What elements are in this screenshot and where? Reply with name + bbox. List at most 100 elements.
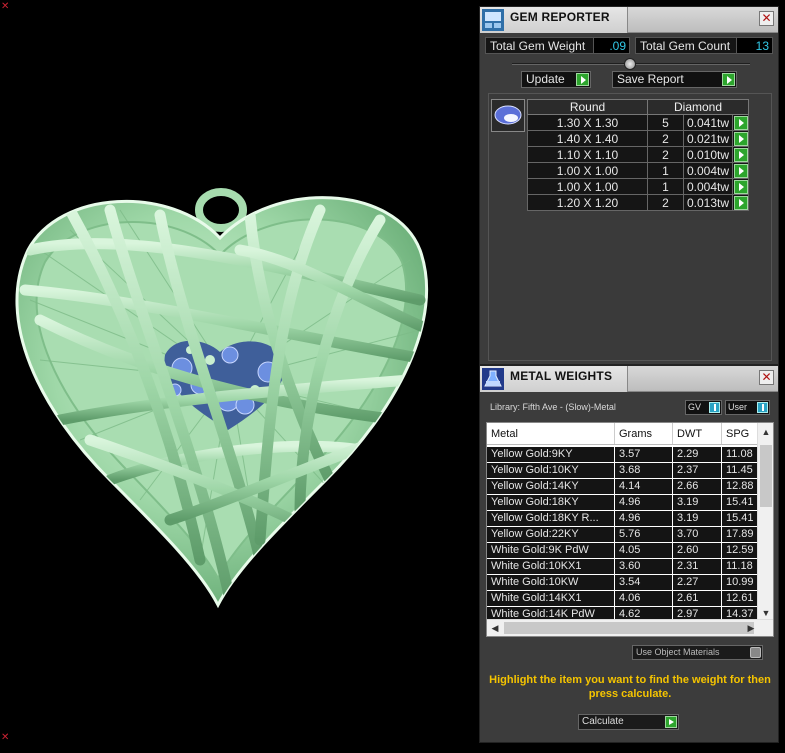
vertical-scrollbar[interactable]: ▲ ▼ [757, 423, 773, 620]
metal-grams: 3.54 [615, 575, 673, 590]
metal-list-header: Metal Grams DWT SPG [487, 423, 758, 445]
metal-spg: 15.41 [722, 511, 758, 526]
gv-toggle-label: GV [688, 402, 702, 412]
gem-reporter-title: GEM REPORTER [510, 10, 610, 24]
play-icon [722, 73, 735, 86]
total-gem-weight-label: Total Gem Weight [485, 37, 594, 54]
size-slider-knob[interactable] [624, 58, 636, 70]
metal-dwt: 2.31 [673, 559, 722, 574]
gem-row[interactable]: 1.40 X 1.40 2 0.021tw [527, 130, 750, 147]
column-header-grams[interactable]: Grams [615, 423, 673, 444]
metal-spg: 11.08 [722, 447, 758, 462]
metal-grams: 4.96 [615, 495, 673, 510]
metal-name: White Gold:10KX1 [487, 559, 615, 574]
gem-shape-header: Round [527, 99, 648, 115]
metal-dwt: 2.66 [673, 479, 722, 494]
gem-row[interactable]: 1.30 X 1.30 5 0.041tw [527, 114, 750, 131]
metal-row[interactable]: Yellow Gold:14KY 4.14 2.66 12.88 [487, 479, 758, 495]
total-gem-count-value: 13 [737, 37, 773, 54]
metal-row[interactable]: Yellow Gold:9KY 3.57 2.29 11.08 [487, 447, 758, 463]
horizontal-scroll-thumb[interactable] [504, 622, 754, 634]
metal-rows: Yellow Gold:9KY 3.57 2.29 11.08 Yellow Gold… [487, 447, 758, 623]
metal-spg: 12.59 [722, 543, 758, 558]
scroll-up-icon[interactable]: ▲ [758, 425, 773, 439]
select-gem-button[interactable] [733, 115, 748, 130]
gem-size: 1.10 X 1.10 [527, 146, 648, 163]
metal-weights-title: METAL WEIGHTS [510, 369, 613, 383]
calculate-button-label: Calculate [582, 716, 624, 727]
gem-weight: 0.041tw [682, 114, 734, 131]
metal-name: Yellow Gold:14KY [487, 479, 615, 494]
update-button[interactable]: Update [521, 71, 591, 88]
metal-weights-titlebar[interactable]: METAL WEIGHTS ✕ [480, 366, 778, 392]
select-gem-button[interactable] [733, 147, 748, 162]
select-gem-button[interactable] [733, 163, 748, 178]
gem-row[interactable]: 1.00 X 1.00 1 0.004tw [527, 178, 750, 195]
column-header-metal[interactable]: Metal [487, 423, 615, 444]
heart-pendant-model [15, 188, 429, 609]
metal-name: Yellow Gold:9KY [487, 447, 615, 462]
column-header-spg[interactable]: SPG [722, 423, 758, 444]
metal-dwt: 3.70 [673, 527, 722, 542]
gv-toggle[interactable]: GV [685, 400, 722, 415]
metal-name: Yellow Gold:18KY R... [487, 511, 615, 526]
metal-grams: 3.57 [615, 447, 673, 462]
scroll-right-icon[interactable]: ▶ [743, 620, 759, 636]
metal-row[interactable]: White Gold:14KX1 4.06 2.61 12.61 [487, 591, 758, 607]
total-gem-count: Total Gem Count 13 [635, 37, 773, 54]
gem-table: Round Diamond 1.30 X 1.30 5 0.041tw 1.40… [527, 99, 750, 211]
metal-spg: 15.41 [722, 495, 758, 510]
user-toggle[interactable]: User [725, 400, 770, 415]
gem-size: 1.30 X 1.30 [527, 114, 648, 131]
close-icon[interactable]: ✕ [759, 11, 774, 26]
gem-thumbnail[interactable] [491, 99, 525, 132]
metal-list[interactable]: Metal Grams DWT SPG Yellow Gold:9KY 3.57 2… [486, 422, 774, 637]
gem-count: 2 [647, 194, 684, 211]
close-icon[interactable]: ✕ [759, 370, 774, 385]
user-toggle-label: User [728, 402, 748, 412]
gem-size: 1.40 X 1.40 [527, 130, 648, 147]
metal-row[interactable]: Yellow Gold:18KY R... 4.96 3.19 15.41 [487, 511, 758, 527]
calculate-button[interactable]: Calculate [578, 714, 679, 730]
select-gem-button[interactable] [733, 179, 748, 194]
metal-weights-panel: METAL WEIGHTS ✕ Library: Fifth Ave - (Sl… [479, 365, 779, 743]
use-object-materials-checkbox[interactable]: Use Object Materials [632, 645, 763, 660]
metal-row[interactable]: Yellow Gold:10KY 3.68 2.37 11.45 [487, 463, 758, 479]
metal-spg: 11.45 [722, 463, 758, 478]
metal-dwt: 2.37 [673, 463, 722, 478]
metal-name: White Gold:14KX1 [487, 591, 615, 606]
save-report-button[interactable]: Save Report [612, 71, 737, 88]
3d-viewport[interactable]: ✕ ✕ [0, 0, 478, 753]
horizontal-scrollbar[interactable]: ◀ ▶ [487, 619, 773, 636]
gem-row[interactable]: 1.00 X 1.00 1 0.004tw [527, 162, 750, 179]
metal-row[interactable]: White Gold:10KX1 3.60 2.31 11.18 [487, 559, 758, 575]
gem-weight: 0.010tw [682, 146, 734, 163]
gem-reporter-titlebar[interactable]: GEM REPORTER ✕ [480, 7, 778, 33]
metal-library-label: Library: Fifth Ave - (Slow)-Metal [490, 402, 616, 412]
gem-count: 5 [647, 114, 684, 131]
vertical-scroll-thumb[interactable] [760, 445, 772, 507]
metal-row[interactable]: White Gold:9K PdW 4.05 2.60 12.59 [487, 543, 758, 559]
metal-spg: 12.88 [722, 479, 758, 494]
gem-weight: 0.021tw [682, 130, 734, 147]
gem-weight: 0.004tw [682, 162, 734, 179]
total-gem-count-label: Total Gem Count [635, 37, 737, 54]
select-gem-button[interactable] [733, 195, 748, 210]
scroll-down-icon[interactable]: ▼ [758, 606, 773, 620]
scroll-left-icon[interactable]: ◀ [487, 620, 503, 636]
metal-grams: 4.05 [615, 543, 673, 558]
gem-row[interactable]: 1.20 X 1.20 2 0.013tw [527, 194, 750, 211]
play-icon [665, 716, 677, 728]
column-header-dwt[interactable]: DWT [673, 423, 722, 444]
metal-row[interactable]: White Gold:10KW 3.54 2.27 10.99 [487, 575, 758, 591]
round-gem-icon [494, 105, 522, 125]
metal-dwt: 2.61 [673, 591, 722, 606]
metal-row[interactable]: Yellow Gold:18KY 4.96 3.19 15.41 [487, 495, 758, 511]
gem-row[interactable]: 1.10 X 1.10 2 0.010tw [527, 146, 750, 163]
gem-material-header: Diamond [646, 99, 750, 115]
metal-grams: 3.68 [615, 463, 673, 478]
metal-name: Yellow Gold:22KY [487, 527, 615, 542]
select-gem-button[interactable] [733, 131, 748, 146]
metal-row[interactable]: Yellow Gold:22KY 5.76 3.70 17.89 [487, 527, 758, 543]
play-icon [576, 73, 589, 86]
